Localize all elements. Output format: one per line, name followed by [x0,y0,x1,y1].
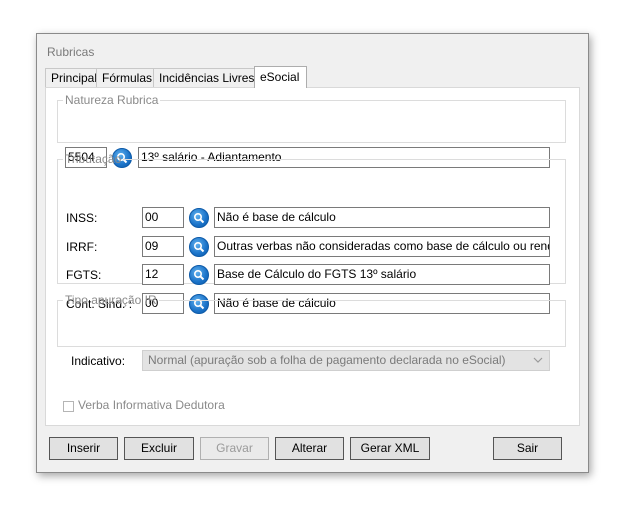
verba-informativa-label: Verba Informativa Dedutora [78,398,225,412]
tab-esocial[interactable]: eSocial [254,66,307,88]
indicativo-selected-value: Normal (apuração sob a folha de pagament… [148,353,506,367]
gravar-button[interactable]: Gravar [200,437,269,460]
indicativo-label: Indicativo: [71,354,126,368]
inss-code-input[interactable]: 00 [142,207,184,228]
window-title: Rubricas [47,45,95,59]
tributacao-legend: Tributação [65,152,122,166]
indicativo-select[interactable]: Normal (apuração sob a folha de pagament… [142,350,550,371]
fgts-search-button[interactable] [189,265,209,285]
irrf-search-button[interactable] [189,237,209,257]
search-icon [193,269,205,281]
rubricas-window: Rubricas Principal Fórmulas Incidências … [36,33,589,473]
natureza-legend: Natureza Rubrica [65,93,159,107]
irrf-description: Outras verbas não consideradas como base… [214,236,550,257]
verba-informativa-checkbox[interactable] [63,401,74,412]
alterar-button[interactable]: Alterar [275,437,344,460]
search-icon [193,212,205,224]
tab-formulas[interactable]: Fórmulas [96,68,154,87]
chevron-down-icon [533,357,543,363]
tipo-apuracao-legend: Tipo apuração IR [65,293,157,307]
irrf-label: IRRF: [66,240,98,254]
inss-description: Não é base de cálculo [214,207,550,228]
tab-incidencias-livres[interactable]: Incidências Livres [153,68,255,87]
gerar-xml-button[interactable]: Gerar XML [350,437,430,460]
search-icon [193,241,205,253]
inss-label: INSS: [66,211,98,225]
sair-button[interactable]: Sair [493,437,562,460]
esocial-panel: Natureza Rubrica 5504 13º salário - Adia… [45,87,580,426]
inserir-button[interactable]: Inserir [49,437,118,460]
fgts-description: Base de Cálculo do FGTS 13º salário [214,264,550,285]
irrf-code-input[interactable]: 09 [142,236,184,257]
excluir-button[interactable]: Excluir [124,437,194,460]
tab-principal[interactable]: Principal [45,68,97,87]
tipo-apuracao-group: Tipo apuração IR [57,293,566,347]
fgts-code-input[interactable]: 12 [142,264,184,285]
fgts-label: FGTS: [66,268,102,282]
inss-search-button[interactable] [189,208,209,228]
natureza-group: Natureza Rubrica [57,93,566,143]
